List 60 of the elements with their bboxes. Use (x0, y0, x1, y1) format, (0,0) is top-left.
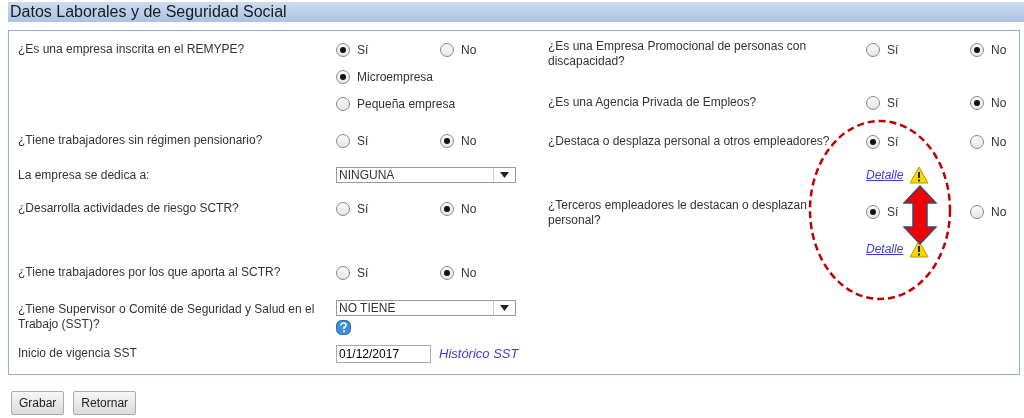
option-label[interactable]: Microempresa (357, 67, 434, 86)
radio-button[interactable] (336, 96, 350, 111)
caret-icon (500, 172, 509, 178)
radio-button[interactable] (440, 201, 454, 216)
radio-button[interactable] (336, 201, 350, 216)
radio-button[interactable] (970, 134, 984, 149)
radio-button[interactable] (866, 134, 880, 149)
option-label[interactable]: Sí (357, 40, 369, 59)
option-label[interactable]: Sí (357, 131, 369, 150)
help-icon[interactable] (336, 320, 351, 336)
option-label[interactable]: No (991, 93, 1007, 112)
radio-button[interactable] (866, 95, 880, 110)
form-button[interactable]: Grabar (11, 391, 65, 415)
radio-button[interactable] (970, 42, 984, 57)
radio-button[interactable] (866, 42, 880, 57)
radio-button[interactable] (440, 133, 454, 148)
option-label[interactable]: Sí (887, 40, 899, 59)
radio-button[interactable] (440, 42, 454, 57)
option-label[interactable]: No (461, 40, 477, 59)
question-label: ¿Tiene trabajadores sin régimen pensionario? (18, 133, 264, 148)
radio-button[interactable] (970, 204, 984, 219)
radio-button[interactable] (866, 204, 880, 219)
history-link[interactable]: Histórico SST (439, 343, 519, 364)
question-label: ¿Es una Agencia Privada de Empleos? (548, 95, 758, 110)
option-label[interactable]: Sí (357, 199, 369, 218)
option-label[interactable]: Pequeña empresa (357, 94, 456, 113)
dropdown[interactable]: NO TIENE (336, 300, 516, 316)
option-label[interactable]: No (461, 131, 477, 150)
question-label: ¿Terceros empleadores le destacan o desplazan personal? (548, 198, 808, 228)
option-label[interactable]: Sí (357, 263, 369, 282)
radio-button[interactable] (336, 265, 350, 280)
dropdown[interactable]: NINGUNA (336, 167, 516, 183)
caret-icon (500, 305, 509, 311)
option-label[interactable]: No (991, 202, 1007, 221)
question-label: ¿Tiene trabajadores por los que aporta al SCTR? (18, 265, 282, 280)
radio-button[interactable] (970, 95, 984, 110)
question-label: ¿Es una Empresa Promocional de personas con discapacidad? (548, 39, 808, 69)
option-label[interactable]: Sí (887, 132, 899, 151)
double-arrow-icon (903, 185, 937, 245)
option-label[interactable]: No (461, 199, 477, 218)
question-label: Inicio de vigencia SST (18, 346, 138, 361)
question-label: ¿Destaca o desplaza personal a otros empleadores? (548, 134, 831, 149)
option-label[interactable]: No (991, 40, 1007, 59)
radio-button[interactable] (336, 42, 350, 57)
question-label: ¿Tiene Supervisor o Comité de Seguridad y Salud en el Trabajo (SST)? (18, 302, 316, 332)
date-field[interactable]: 01/12/2017 (336, 344, 431, 363)
form-button[interactable]: Retornar (73, 391, 137, 415)
radio-button[interactable] (336, 133, 350, 148)
option-label[interactable]: Sí (887, 202, 899, 221)
detail-link[interactable]: Detalle (866, 165, 904, 184)
question-label: La empresa se dedica a: (18, 168, 151, 183)
option-label[interactable]: No (461, 263, 477, 282)
question-label: ¿Es una empresa inscrita en el REMYPE? (18, 42, 246, 57)
option-label[interactable]: Sí (887, 93, 899, 112)
section-title: Datos Laborales y de Seguridad Social (8, 2, 1024, 22)
radio-button[interactable] (336, 69, 350, 84)
option-label[interactable]: No (991, 132, 1007, 151)
radio-button[interactable] (440, 265, 454, 280)
question-label: ¿Desarrolla actividades de riesgo SCTR? (18, 201, 240, 216)
detail-link[interactable]: Detalle (866, 239, 904, 258)
